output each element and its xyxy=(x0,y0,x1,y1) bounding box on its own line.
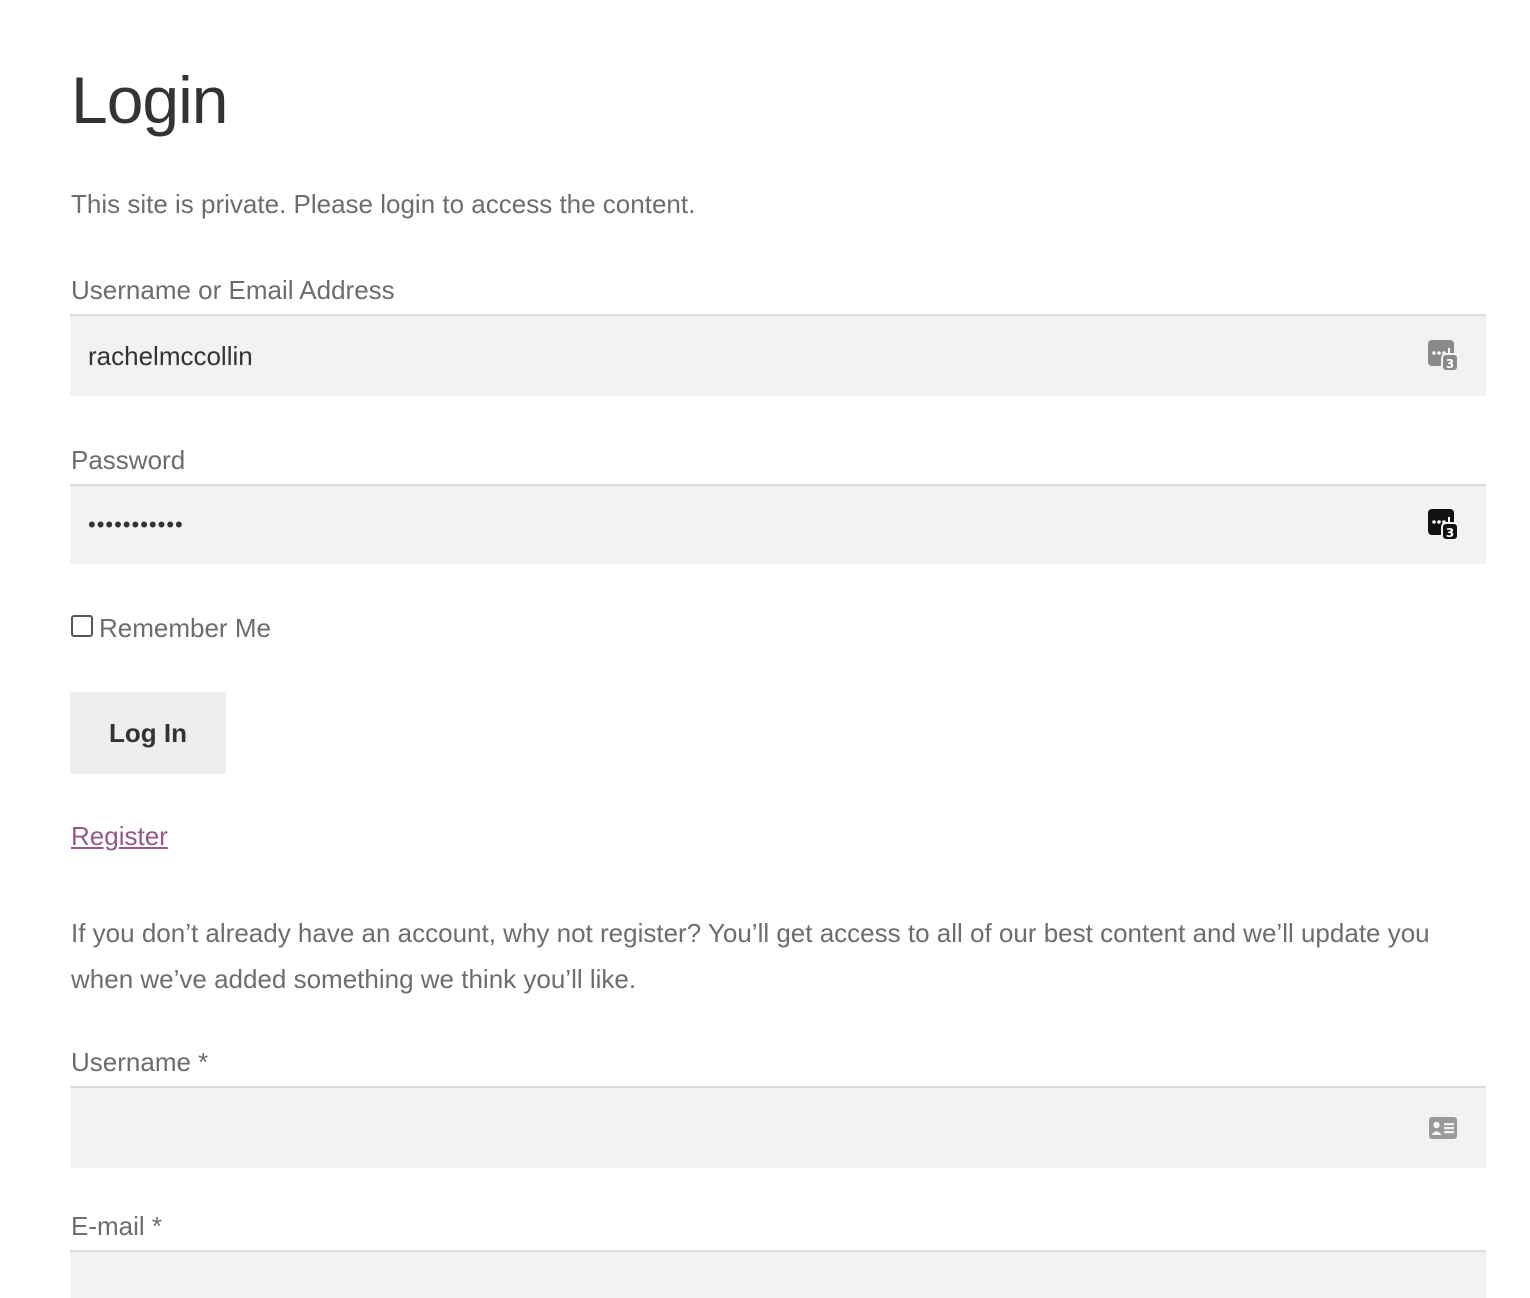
password-label: Password xyxy=(71,445,186,475)
username-or-email-value: rachelmccollin xyxy=(88,340,253,371)
register-description: If you don’t already have an account, wh… xyxy=(71,918,1430,994)
page-title: Login xyxy=(71,63,228,137)
contact-card-icon[interactable] xyxy=(1428,1112,1458,1144)
register-link[interactable]: Register xyxy=(71,818,168,854)
private-site-notice: This site is private. Please login to ac… xyxy=(71,189,696,219)
password-value: ••••••••••• xyxy=(88,512,184,537)
register-email-field[interactable] xyxy=(70,1250,1486,1298)
register-username-label: Username * xyxy=(71,1047,209,1077)
log-in-button[interactable]: Log In xyxy=(70,692,226,774)
username-or-email-label: Username or Email Address xyxy=(71,275,395,305)
password-field[interactable]: ••••••••••• 3 xyxy=(70,484,1486,564)
password-manager-icon[interactable]: 3 xyxy=(1428,509,1458,541)
password-manager-badge: 3 xyxy=(1446,526,1454,540)
remember-me-label[interactable]: Remember Me xyxy=(99,611,271,645)
password-manager-icon[interactable]: 3 xyxy=(1428,340,1458,372)
register-username-field[interactable] xyxy=(70,1086,1486,1168)
username-or-email-field[interactable]: rachelmccollin 3 xyxy=(70,314,1486,396)
remember-me-row[interactable]: Remember Me xyxy=(71,611,271,645)
remember-me-checkbox[interactable] xyxy=(71,615,93,637)
password-manager-badge: 3 xyxy=(1446,357,1454,371)
register-email-label: E-mail * xyxy=(71,1211,163,1241)
